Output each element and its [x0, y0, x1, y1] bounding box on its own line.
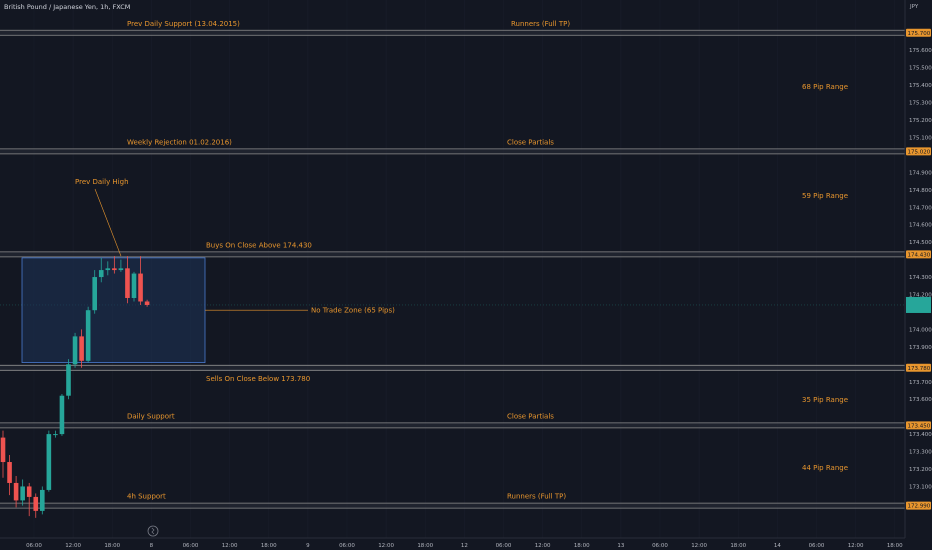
x-tick-label: 12:00	[222, 543, 238, 549]
x-tick-label: 12:00	[65, 543, 81, 549]
level-price-label: 175.020	[908, 149, 931, 155]
level-price-label: 174.430	[908, 252, 931, 258]
candle-body[interactable]	[112, 268, 117, 271]
x-tick-label: 06:00	[339, 543, 355, 549]
candle-body[interactable]	[105, 268, 111, 271]
x-tick-label: 18:00	[261, 543, 277, 549]
x-tick-label: 18:00	[730, 543, 746, 549]
level-mid-annotation: Close Partials	[507, 138, 554, 146]
prev-daily-high-label: Prev Daily High	[75, 178, 129, 186]
candle-body[interactable]	[59, 395, 65, 435]
y-tick-label: 175.600	[909, 48, 932, 54]
y-tick-label: 175.200	[909, 118, 932, 124]
candle-body[interactable]	[26, 486, 32, 497]
y-tick-label: 175.300	[909, 101, 932, 107]
x-tick-label: 06:00	[26, 543, 42, 549]
candle-body[interactable]	[13, 482, 19, 501]
candle-body[interactable]	[118, 268, 124, 271]
candle-body[interactable]	[138, 273, 143, 302]
y-tick-label: 174.700	[909, 205, 932, 211]
y-tick-label: 175.400	[909, 83, 932, 89]
candle-body[interactable]	[20, 486, 25, 501]
y-tick-label: 173.100	[909, 484, 932, 490]
level-annotation: 4h Support	[127, 493, 166, 501]
candlestick-chart[interactable]: Prev Daily Support (13.04.2015) Runners (…	[0, 0, 932, 550]
candle-body[interactable]	[46, 434, 52, 490]
current-price-marker	[906, 296, 931, 313]
level-price-label: 172.990	[908, 504, 931, 510]
candle-body[interactable]	[33, 496, 39, 511]
candle-body[interactable]	[131, 273, 137, 298]
x-tick-label: 12	[461, 543, 468, 549]
x-tick-label: 13	[617, 543, 624, 549]
candle-body[interactable]	[98, 270, 104, 278]
currency-label: JPY	[909, 4, 919, 10]
candle-body[interactable]	[72, 336, 78, 365]
y-tick-label: 175.500	[909, 66, 932, 72]
y-tick-label: 173.900	[909, 345, 932, 351]
y-tick-label: 174.900	[909, 170, 932, 176]
candle-body[interactable]	[53, 434, 58, 436]
level-price-label: 173.450	[908, 423, 931, 429]
x-tick-label: 18:00	[104, 543, 120, 549]
y-tick-label: 173.400	[909, 432, 932, 438]
y-tick-label: 174.800	[909, 188, 932, 194]
y-tick-label: 173.300	[909, 450, 932, 456]
x-tick-label: 18:00	[417, 543, 433, 549]
level-annotation: Buys On Close Above 174.430	[206, 241, 312, 249]
pip-range-label: 59 Pip Range	[802, 192, 848, 200]
level-annotation: Weekly Rejection 01.02.2016)	[127, 138, 232, 146]
candle-body[interactable]	[66, 364, 71, 396]
x-tick-label: 14	[774, 543, 781, 549]
candle-body[interactable]	[125, 268, 130, 298]
level-annotation: Daily Support	[127, 412, 175, 420]
y-tick-label: 173.200	[909, 467, 932, 473]
x-tick-label: 06:00	[183, 543, 199, 549]
pip-range-label: 68 Pip Range	[802, 83, 848, 91]
pip-range-label: 44 Pip Range	[802, 464, 848, 472]
symbol-title: British Pound / Japanese Yen, 1h, FXCM	[4, 3, 130, 11]
pip-range-label: 35 Pip Range	[802, 396, 848, 404]
y-tick-label: 173.600	[909, 397, 932, 403]
x-tick-label: 9	[306, 543, 310, 549]
y-tick-label: 174.300	[909, 275, 932, 281]
candle-body[interactable]	[0, 437, 6, 463]
y-tick-label: 174.600	[909, 223, 932, 229]
candle-body[interactable]	[85, 310, 91, 361]
y-tick-label: 174.000	[909, 327, 932, 333]
level-price-label: 175.700	[908, 31, 931, 37]
x-tick-label: 8	[150, 543, 154, 549]
level-mid-annotation: Close Partials	[507, 412, 554, 420]
no-trade-zone-box[interactable]	[21, 257, 206, 363]
candle-body[interactable]	[40, 489, 45, 511]
x-tick-label: 12:00	[535, 543, 551, 549]
level-mid-annotation: Runners (Full TP)	[511, 20, 570, 28]
x-tick-label: 12:00	[848, 543, 864, 549]
level-annotation: Prev Daily Support (13.04.2015)	[127, 20, 240, 28]
y-tick-label: 173.700	[909, 380, 932, 386]
level-price-label: 173.780	[908, 366, 931, 372]
no-trade-zone-label: No Trade Zone (65 Pips)	[311, 307, 395, 315]
candle-body[interactable]	[7, 462, 12, 483]
y-tick-label: 174.500	[909, 240, 932, 246]
x-tick-label: 06:00	[809, 543, 825, 549]
candle-body[interactable]	[79, 336, 84, 361]
x-tick-label: 18:00	[574, 543, 590, 549]
x-tick-label: 12:00	[691, 543, 707, 549]
level-mid-annotation: Runners (Full TP)	[507, 493, 566, 501]
x-tick-label: 06:00	[496, 543, 512, 549]
level-annotation: Sells On Close Below 173.780	[206, 375, 310, 383]
x-tick-label: 12:00	[378, 543, 394, 549]
y-tick-label: 175.100	[909, 135, 932, 141]
x-tick-label: 06:00	[652, 543, 668, 549]
candle-body[interactable]	[144, 301, 150, 305]
x-tick-label: 18:00	[887, 543, 903, 549]
candle-body[interactable]	[92, 277, 97, 311]
